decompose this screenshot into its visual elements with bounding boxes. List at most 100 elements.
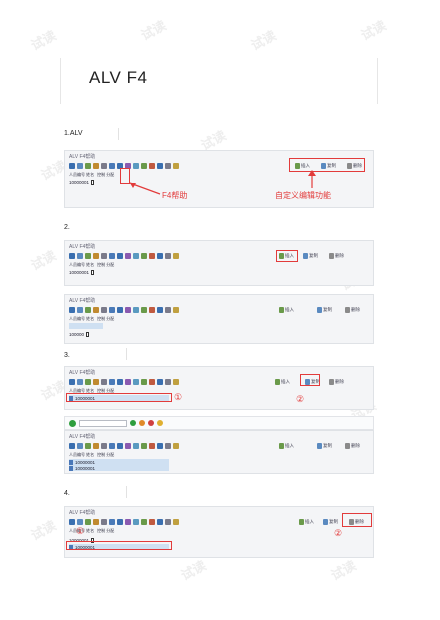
toolbar-icon[interactable] <box>93 252 99 259</box>
toolbar-icon[interactable] <box>133 162 139 169</box>
table-row[interactable]: 10000001 <box>69 269 95 275</box>
toolbar-icon[interactable] <box>109 442 115 449</box>
toolbar-icon[interactable] <box>69 518 75 525</box>
toolbar-icon[interactable] <box>149 306 155 313</box>
toolbar-icon[interactable] <box>77 306 83 313</box>
toolbar-icon[interactable] <box>77 378 83 385</box>
toolbar-icon[interactable] <box>77 162 83 169</box>
toolbar-icon[interactable] <box>101 306 107 313</box>
toolbar-icon[interactable] <box>77 518 83 525</box>
toolbar-icon[interactable] <box>173 162 179 169</box>
toolbar-icon[interactable] <box>85 162 91 169</box>
toolbar-icon[interactable] <box>157 518 163 525</box>
delete-button[interactable]: 删除 <box>345 305 360 314</box>
toolbar-icon[interactable] <box>77 252 83 259</box>
cancel-icon[interactable] <box>148 420 154 426</box>
insert-button[interactable]: 插入 <box>275 377 290 386</box>
toolbar-icon[interactable] <box>157 442 163 449</box>
toolbar-icon[interactable] <box>117 442 123 449</box>
toolbar-icon[interactable] <box>93 378 99 385</box>
toolbar-icon[interactable] <box>165 252 171 259</box>
toolbar-icon[interactable] <box>125 518 131 525</box>
toolbar-icon[interactable] <box>69 162 75 169</box>
toolbar-icon[interactable] <box>149 442 155 449</box>
settings-icon[interactable] <box>157 420 163 426</box>
toolbar-icon[interactable] <box>149 162 155 169</box>
copy-button[interactable]: 复制 <box>323 517 338 526</box>
toolbar-icon[interactable] <box>157 252 163 259</box>
insert-button[interactable]: 插入 <box>279 441 294 450</box>
toolbar-icon[interactable] <box>173 306 179 313</box>
toolbar-icon[interactable] <box>125 378 131 385</box>
toolbar-icon[interactable] <box>125 306 131 313</box>
toolbar-icon[interactable] <box>133 378 139 385</box>
toolbar-icon[interactable] <box>173 518 179 525</box>
toolbar-icon[interactable] <box>149 378 155 385</box>
delete-button[interactable]: 删除 <box>329 377 344 386</box>
toolbar-icon[interactable] <box>109 378 115 385</box>
copy-button[interactable]: 复制 <box>317 305 332 314</box>
toolbar-icon[interactable] <box>141 518 147 525</box>
toolbar-icon[interactable] <box>101 162 107 169</box>
toolbar-icon[interactable] <box>133 442 139 449</box>
toolbar-icon[interactable] <box>149 252 155 259</box>
toolbar-icon[interactable] <box>69 252 75 259</box>
toolbar-icon[interactable] <box>165 306 171 313</box>
toolbar-icon[interactable] <box>165 378 171 385</box>
toolbar-icon[interactable] <box>157 378 163 385</box>
command-field[interactable] <box>79 419 127 427</box>
check-icon[interactable] <box>69 419 76 427</box>
toolbar-icon[interactable] <box>173 252 179 259</box>
toolbar-icon[interactable] <box>93 162 99 169</box>
toolbar-icon[interactable] <box>69 442 75 449</box>
toolbar-icon[interactable] <box>133 518 139 525</box>
toolbar-icon[interactable] <box>69 306 75 313</box>
toolbar-icon[interactable] <box>93 442 99 449</box>
toolbar-icon[interactable] <box>125 252 131 259</box>
toolbar-icon[interactable] <box>157 162 163 169</box>
toolbar-icon[interactable] <box>141 378 147 385</box>
toolbar-icon[interactable] <box>141 306 147 313</box>
insert-button[interactable]: 插入 <box>299 517 314 526</box>
delete-button[interactable]: 删除 <box>345 441 360 450</box>
toolbar-icon[interactable] <box>133 306 139 313</box>
toolbar-icon[interactable] <box>85 306 91 313</box>
toolbar-icon[interactable] <box>77 442 83 449</box>
toolbar-icon[interactable] <box>149 518 155 525</box>
toolbar-icon[interactable] <box>165 162 171 169</box>
copy-button[interactable]: 复制 <box>303 251 318 260</box>
toolbar-icon[interactable] <box>141 162 147 169</box>
toolbar-icon[interactable] <box>157 306 163 313</box>
table-row[interactable]: 100000 <box>69 331 90 337</box>
toolbar-icon[interactable] <box>141 442 147 449</box>
toolbar-icon[interactable] <box>165 518 171 525</box>
toolbar-icon[interactable] <box>101 378 107 385</box>
toolbar-icon[interactable] <box>93 306 99 313</box>
toolbar-icon[interactable] <box>117 252 123 259</box>
toolbar-icon[interactable] <box>109 252 115 259</box>
f4-cell[interactable] <box>91 179 95 185</box>
toolbar-icon[interactable] <box>69 378 75 385</box>
toolbar-icon[interactable] <box>165 442 171 449</box>
toolbar-icon[interactable] <box>141 252 147 259</box>
delete-button[interactable]: 删除 <box>329 251 344 260</box>
toolbar-icon[interactable] <box>85 442 91 449</box>
toolbar-icon[interactable] <box>85 378 91 385</box>
toolbar-icon[interactable] <box>117 378 123 385</box>
toolbar-icon[interactable] <box>109 162 115 169</box>
toolbar-icon[interactable] <box>85 518 91 525</box>
toolbar-icon[interactable] <box>101 518 107 525</box>
table-row-copied[interactable]: 10000001 <box>69 465 169 471</box>
toolbar-icon[interactable] <box>117 518 123 525</box>
toolbar-icon[interactable] <box>173 442 179 449</box>
toolbar-icon[interactable] <box>125 442 131 449</box>
table-row[interactable]: 10000001 <box>69 179 95 185</box>
toolbar-icon[interactable] <box>109 518 115 525</box>
table-row-empty[interactable] <box>69 323 103 329</box>
insert-button[interactable]: 插入 <box>279 305 294 314</box>
toolbar-icon[interactable] <box>173 378 179 385</box>
copy-button[interactable]: 复制 <box>317 441 332 450</box>
toolbar-icon[interactable] <box>101 442 107 449</box>
exit-icon[interactable] <box>139 420 145 426</box>
toolbar-icon[interactable] <box>85 252 91 259</box>
